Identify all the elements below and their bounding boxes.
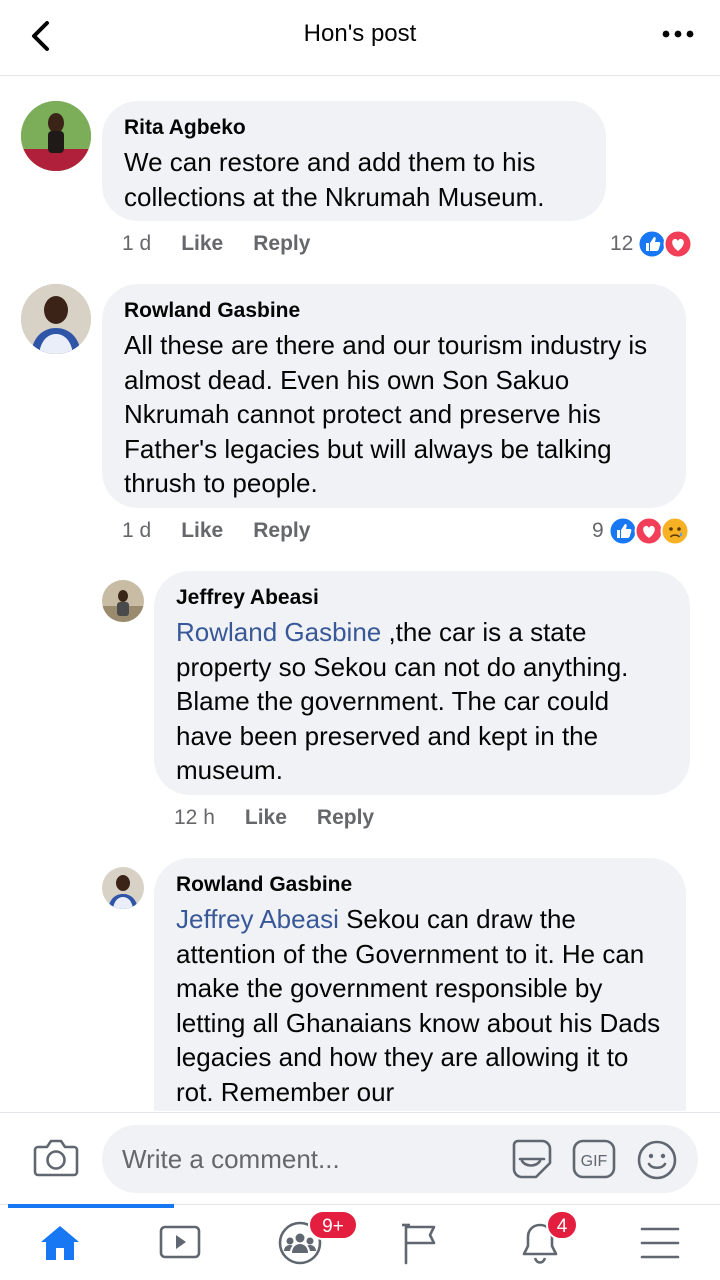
sad-icon <box>660 516 690 546</box>
emoji-icon[interactable] <box>636 1139 678 1181</box>
tab-menu[interactable] <box>640 1205 720 1280</box>
reply-button[interactable]: Reply <box>253 519 310 543</box>
comment-text: Rowland Gasbine ,the car is a state prop… <box>176 615 670 788</box>
reply-bubble[interactable]: Jeffrey Abeasi Rowland Gasbine ,the car … <box>154 571 690 795</box>
like-button[interactable]: Like <box>181 232 223 256</box>
notifications-badge: 4 <box>546 1210 578 1240</box>
sticker-icon[interactable] <box>510 1137 554 1181</box>
avatar[interactable] <box>102 580 144 622</box>
comment-time: 1 d <box>122 519 152 542</box>
comments-feed[interactable]: Rita Agbeko We can restore and add them … <box>0 77 720 1111</box>
page-title: Hon's post <box>303 20 417 47</box>
profile-photo-icon <box>102 580 144 622</box>
camera-icon[interactable] <box>33 1135 79 1179</box>
comment-field[interactable]: GIF <box>102 1125 698 1193</box>
top-bar: Hon's post <box>0 0 720 76</box>
avatar[interactable] <box>102 867 144 909</box>
reply-button[interactable]: Reply <box>317 806 374 830</box>
comment-time: 1 d <box>122 232 152 255</box>
more-options-icon[interactable] <box>660 22 696 46</box>
reaction-count: 12 <box>610 232 634 255</box>
flag-icon <box>402 1223 436 1265</box>
groups-badge: 9+ <box>308 1210 358 1240</box>
comment-author[interactable]: Rowland Gasbine <box>124 298 666 324</box>
comment-composer: GIF <box>0 1112 720 1204</box>
comment-bubble[interactable]: Rowland Gasbine All these are there and … <box>102 284 686 508</box>
tab-watch[interactable] <box>159 1205 280 1280</box>
gif-icon[interactable]: GIF <box>572 1139 616 1179</box>
home-icon <box>41 1226 79 1260</box>
reaction-summary[interactable]: 9 <box>592 516 690 546</box>
reply-button[interactable]: Reply <box>253 232 310 256</box>
comment-actions: 1 d Like Reply <box>122 232 310 256</box>
like-button[interactable]: Like <box>181 519 223 543</box>
comment-text: All these are there and our tourism indu… <box>124 330 648 499</box>
tab-groups[interactable]: 9+ <box>278 1205 400 1280</box>
profile-photo-icon <box>21 284 91 354</box>
avatar[interactable] <box>21 101 91 171</box>
tab-pages[interactable] <box>402 1205 520 1280</box>
comment-author[interactable]: Rita Agbeko <box>124 115 586 141</box>
comment-input[interactable] <box>122 1125 492 1193</box>
reply-bubble[interactable]: Rowland Gasbine Jeffrey Abeasi Sekou can… <box>154 858 686 1111</box>
avatar[interactable] <box>21 284 91 354</box>
comment-bubble[interactable]: Rita Agbeko We can restore and add them … <box>102 101 606 221</box>
mention-link[interactable]: Rowland Gasbine <box>176 617 381 647</box>
comment-actions: 1 d Like Reply <box>122 519 310 543</box>
love-icon <box>663 229 693 259</box>
comment-author[interactable]: Jeffrey Abeasi <box>176 585 670 611</box>
svg-text:GIF: GIF <box>581 1153 608 1170</box>
comment-text: Jeffrey Abeasi Sekou can draw the attent… <box>176 902 666 1110</box>
tab-home[interactable] <box>8 1204 174 1280</box>
like-button[interactable]: Like <box>245 806 287 830</box>
menu-icon <box>640 1227 680 1259</box>
video-icon <box>159 1225 201 1259</box>
comment-text: We can restore and add them to his colle… <box>124 147 545 212</box>
comment-author[interactable]: Rowland Gasbine <box>176 872 666 898</box>
bottom-tab-bar: 9+ 4 <box>0 1204 720 1280</box>
reaction-summary[interactable]: 12 <box>610 229 693 259</box>
profile-photo-icon <box>102 867 144 909</box>
comment-actions: 12 h Like Reply <box>174 806 374 830</box>
reaction-count: 9 <box>592 519 604 542</box>
mention-link[interactable]: Jeffrey Abeasi <box>176 904 339 934</box>
reply-body: Sekou can draw the attention of the Gove… <box>176 904 661 1107</box>
tab-notifications[interactable]: 4 <box>522 1205 640 1280</box>
profile-photo-icon <box>21 101 91 171</box>
comment-time: 12 h <box>174 806 215 829</box>
